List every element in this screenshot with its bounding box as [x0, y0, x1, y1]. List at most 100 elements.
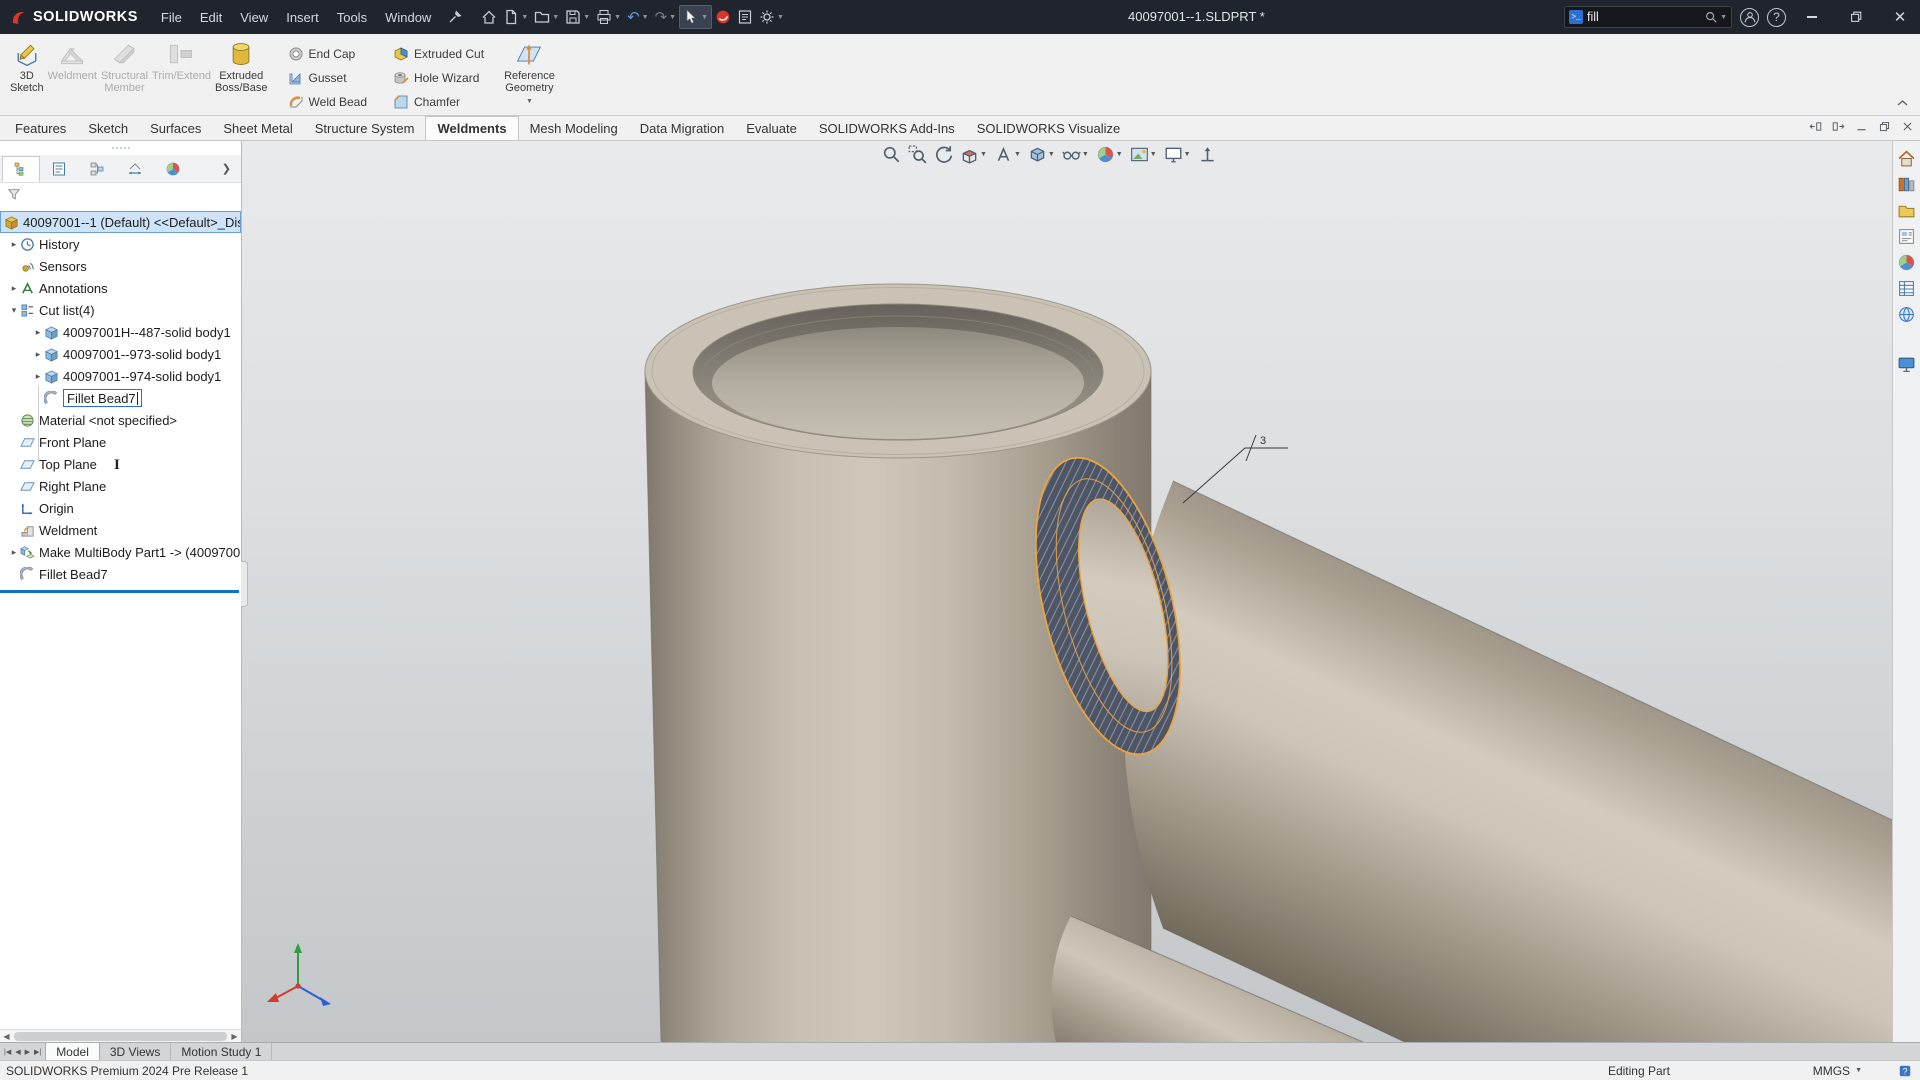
3d-sketch-button[interactable]: 3D Sketch	[10, 37, 44, 115]
pin-menubar-icon[interactable]	[444, 5, 466, 29]
scroll-left-icon[interactable]: ◀	[0, 1032, 13, 1041]
reference-geometry-dropdown-icon[interactable]: ▼	[526, 96, 533, 108]
view-palette-icon[interactable]	[1897, 227, 1916, 246]
tree-item-solid-body-1[interactable]: ▸ 40097001H--487-solid body1	[0, 321, 241, 343]
select-tool-button[interactable]: ▼	[679, 5, 712, 29]
units-dropdown-icon[interactable]: ▼	[1855, 1067, 1862, 1074]
restore-button[interactable]	[1838, 0, 1874, 34]
model-3d-view[interactable]: 3	[242, 141, 1892, 1042]
rollback-bar[interactable]	[0, 590, 239, 593]
file-explorer-icon[interactable]	[1897, 201, 1916, 220]
panel-collapse-handle[interactable]	[241, 561, 248, 607]
menu-insert[interactable]: Insert	[277, 6, 328, 29]
minimize-button[interactable]	[1794, 0, 1830, 34]
print-button[interactable]: ▼	[593, 5, 624, 29]
weldment-button[interactable]: Weldment	[48, 37, 97, 115]
help-icon[interactable]: ?	[1767, 8, 1786, 27]
tab-data-migration[interactable]: Data Migration	[629, 116, 736, 140]
tree-item-fillet-bead-rename[interactable]: Fillet Bead7	[0, 387, 241, 409]
tab-sketch[interactable]: Sketch	[77, 116, 139, 140]
doc-minimize-icon[interactable]	[1855, 120, 1868, 133]
tree-item-root[interactable]: 40097001--1 (Default) <<Default>_Displa	[0, 211, 241, 233]
new-document-button[interactable]: ▼	[500, 5, 531, 29]
home-button[interactable]	[478, 5, 500, 29]
search-dropdown-icon[interactable]: ▼	[1720, 14, 1727, 21]
tab-surfaces[interactable]: Surfaces	[139, 116, 212, 140]
solidworks-forum-icon[interactable]	[1897, 305, 1916, 324]
tab-configurationmanager[interactable]	[78, 156, 116, 182]
expand-icon[interactable]: ▸	[32, 327, 44, 338]
trim-extend-button[interactable]: Trim/Extend	[152, 37, 211, 115]
edit-appearance-icon[interactable]: ▼	[1096, 145, 1123, 164]
scroll-thumb[interactable]	[14, 1032, 227, 1041]
tab-featuremanager-tree[interactable]	[2, 156, 40, 182]
open-button[interactable]: ▼	[531, 5, 562, 29]
apply-scene-icon[interactable]: ▼	[1130, 145, 1157, 164]
tab-evaluate[interactable]: Evaluate	[735, 116, 808, 140]
expand-icon[interactable]: ▸	[32, 371, 44, 382]
tab-propertymanager[interactable]	[40, 156, 78, 182]
dock-left-icon[interactable]	[1809, 120, 1822, 133]
gusset-button[interactable]: Gusset	[282, 66, 373, 89]
expand-icon[interactable]: ▸	[32, 349, 44, 360]
tab-last-icon[interactable]: ▶|	[34, 1048, 41, 1056]
tab-solidworks-add-ins[interactable]: SOLIDWORKS Add-Ins	[808, 116, 966, 140]
tree-item-material[interactable]: Material <not specified>	[0, 409, 241, 431]
annotation-views-icon[interactable]: ▼	[994, 145, 1021, 164]
marketplace-icon[interactable]	[1897, 355, 1916, 374]
appearances-scenes-icon[interactable]	[1897, 253, 1916, 272]
expand-icon[interactable]: ▸	[8, 283, 20, 294]
panel-tabs-expand-icon[interactable]: ❯	[222, 162, 239, 175]
rename-edit-box[interactable]: Fillet Bead7	[63, 389, 142, 407]
account-icon[interactable]	[1740, 8, 1759, 27]
zoom-area-icon[interactable]	[908, 145, 927, 164]
tab-sheet-metal[interactable]: Sheet Metal	[212, 116, 303, 140]
extruded-cut-button[interactable]: Extruded Cut	[387, 42, 490, 65]
tree-item-front-plane[interactable]: Front Plane	[0, 431, 241, 453]
branch-pipe[interactable]	[1124, 481, 1892, 1042]
chamfer-button[interactable]: Chamfer	[387, 90, 490, 113]
solidworks-resources-icon[interactable]	[1897, 149, 1916, 168]
tree-item-make-multibody[interactable]: ▸ Make MultiBody Part1 -> (40097001)	[0, 541, 241, 563]
redo-button[interactable]: ↷▼	[652, 5, 680, 29]
design-library-icon[interactable]	[1897, 175, 1916, 194]
tab-solidworks-visualize[interactable]: SOLIDWORKS Visualize	[966, 116, 1132, 140]
tab-features[interactable]: Features	[4, 116, 77, 140]
reference-geometry-button[interactable]: Reference Geometry ▼	[504, 37, 555, 115]
tree-item-solid-body-2[interactable]: ▸ 40097001--973-solid body1	[0, 343, 241, 365]
doc-restore-icon[interactable]	[1878, 120, 1891, 133]
units-selector[interactable]: MMGS ▼	[1813, 1064, 1862, 1078]
menu-view[interactable]: View	[231, 6, 277, 29]
tab-mesh-modeling[interactable]: Mesh Modeling	[519, 116, 629, 140]
tab-prev-icon[interactable]: ◀	[15, 1048, 20, 1056]
menu-tools[interactable]: Tools	[328, 6, 376, 29]
weld-bead-button[interactable]: Weld Bead	[282, 90, 373, 113]
save-button[interactable]: ▼	[562, 5, 593, 29]
extruded-boss-base-button[interactable]: Extruded Boss/Base	[215, 37, 268, 115]
custom-properties-icon[interactable]	[1897, 279, 1916, 298]
tab-first-icon[interactable]: |◀	[4, 1048, 11, 1056]
filter-icon[interactable]	[7, 187, 21, 201]
search-icon[interactable]	[1704, 10, 1718, 24]
tree-item-origin[interactable]: Origin	[0, 497, 241, 519]
close-button[interactable]: ✕	[1882, 0, 1918, 34]
panel-grip[interactable]	[0, 141, 241, 155]
tree-item-top-plane[interactable]: Top Plane	[0, 453, 241, 475]
expand-icon[interactable]: ▸	[8, 547, 20, 558]
tab-3d-views[interactable]: 3D Views	[100, 1043, 171, 1060]
scroll-right-icon[interactable]: ▶	[228, 1032, 241, 1041]
view-settings-icon[interactable]: ▼	[1164, 145, 1191, 164]
graphics-viewport[interactable]: 3 ▼ ▼ ▼ ▼ ▼ ▼ ▼	[242, 141, 1892, 1042]
panel-horizontal-scrollbar[interactable]: ◀ ▶	[0, 1029, 241, 1042]
tree-item-right-plane[interactable]: Right Plane	[0, 475, 241, 497]
end-cap-button[interactable]: End Cap	[282, 42, 373, 65]
undo-button[interactable]: ↶▼	[624, 5, 652, 29]
quick-tips-icon[interactable]: ?	[1898, 1064, 1912, 1078]
tab-structure-system[interactable]: Structure System	[304, 116, 426, 140]
document-manager-button[interactable]	[734, 5, 756, 29]
normal-to-icon[interactable]	[1198, 145, 1217, 164]
menu-edit[interactable]: Edit	[191, 6, 231, 29]
expand-icon[interactable]: ▸	[8, 239, 20, 250]
tree-item-sensors[interactable]: Sensors	[0, 255, 241, 277]
3dexperience-icon[interactable]	[712, 5, 734, 29]
